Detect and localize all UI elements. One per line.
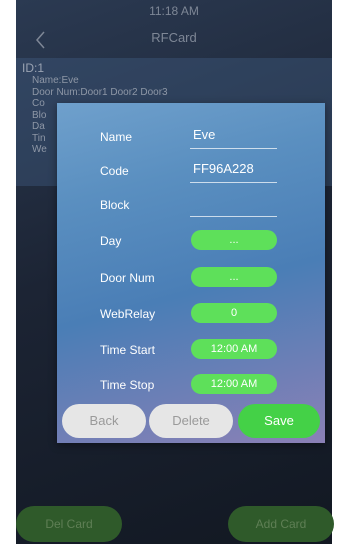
status-bar: 11:18 AM bbox=[16, 0, 332, 22]
card-door-num: Door Num:Door1 Door2 Door3 bbox=[32, 86, 168, 98]
code-field-underline bbox=[190, 182, 277, 183]
time-start-row: Time Start 12:00 AM bbox=[57, 336, 325, 366]
card-name: Name:Eve bbox=[32, 75, 79, 86]
day-label: Day bbox=[100, 234, 122, 248]
time-stop-button[interactable]: 12:00 AM bbox=[191, 374, 277, 394]
time-start-label: Time Start bbox=[100, 343, 155, 357]
door-num-select-button[interactable]: ... bbox=[191, 267, 277, 287]
save-button[interactable]: Save bbox=[238, 404, 320, 438]
code-row: Code FF96A228 bbox=[57, 157, 325, 187]
card-id: ID:1 bbox=[22, 61, 45, 75]
door-num-row: Door Num ... bbox=[57, 264, 325, 294]
name-field-underline bbox=[190, 148, 277, 149]
block-field-underline bbox=[190, 216, 277, 217]
webrelay-label: WebRelay bbox=[100, 307, 156, 321]
top-bar: RFCard bbox=[16, 22, 332, 58]
rfcard-edit-dialog: Name Eve Code FF96A228 Block Day ... Doo… bbox=[57, 103, 325, 443]
name-row: Name Eve bbox=[57, 123, 325, 153]
block-row: Block bbox=[57, 191, 325, 221]
webrelay-row: WebRelay 0 bbox=[57, 300, 325, 330]
name-field[interactable]: Eve bbox=[193, 127, 215, 142]
time-stop-row: Time Stop 12:00 AM bbox=[57, 371, 325, 401]
door-num-label: Door Num bbox=[100, 271, 155, 285]
code-label: Code bbox=[100, 164, 129, 178]
webrelay-select-button[interactable]: 0 bbox=[191, 303, 277, 323]
code-field[interactable]: FF96A228 bbox=[193, 161, 254, 176]
back-button[interactable]: Back bbox=[62, 404, 146, 438]
del-card-button[interactable]: Del Card bbox=[16, 506, 122, 542]
time-stop-label: Time Stop bbox=[100, 378, 155, 392]
day-select-button[interactable]: ... bbox=[191, 230, 277, 250]
time-start-button[interactable]: 12:00 AM bbox=[191, 339, 277, 359]
name-label: Name bbox=[100, 130, 133, 144]
day-row: Day ... bbox=[57, 227, 325, 257]
delete-button[interactable]: Delete bbox=[149, 404, 233, 438]
page-title: RFCard bbox=[151, 30, 197, 45]
block-label: Block bbox=[100, 198, 130, 212]
status-time: 11:18 AM bbox=[149, 4, 199, 18]
add-card-button[interactable]: Add Card bbox=[228, 506, 334, 542]
